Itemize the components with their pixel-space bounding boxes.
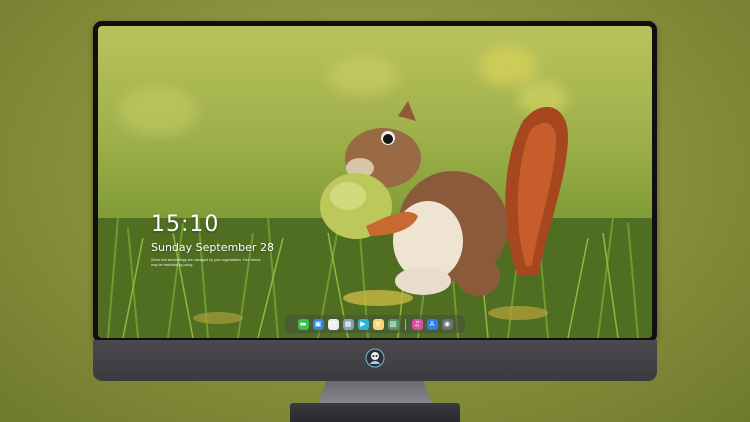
squirrel-wallpaper-image bbox=[320, 101, 568, 296]
dock-separator bbox=[404, 318, 406, 330]
camera-icon[interactable]: ◉ bbox=[441, 318, 453, 330]
video-icon[interactable]: ▶ bbox=[357, 318, 369, 330]
finder-icon[interactable]: ▣ bbox=[312, 318, 324, 330]
clock-icon[interactable]: ◔ bbox=[327, 318, 339, 330]
monitor-stand-base bbox=[290, 403, 460, 422]
notes-icon[interactable]: ≡ bbox=[372, 318, 384, 330]
monitor-frame: 15:10 Sunday September 28 Some text and … bbox=[93, 21, 657, 343]
desktop-screen: 15:10 Sunday September 28 Some text and … bbox=[98, 26, 652, 338]
lock-screen-notice: Some text and settings are managed by yo… bbox=[151, 258, 261, 267]
preview-icon[interactable]: ▦ bbox=[342, 318, 354, 330]
lock-screen-time: 15:10 bbox=[151, 212, 220, 237]
brand-logo-icon bbox=[365, 348, 385, 368]
app-store-icon[interactable]: A bbox=[426, 318, 438, 330]
messages-icon[interactable]: ▬ bbox=[297, 318, 309, 330]
lock-screen-date: Sunday September 28 bbox=[151, 241, 274, 254]
music-icon[interactable]: ♫ bbox=[411, 318, 423, 330]
dock: ▬ ▣ ◔ ▦ ▶ ≡ ▧ ♫ A ◉ bbox=[285, 315, 465, 333]
photos-icon[interactable]: ▧ bbox=[387, 318, 399, 330]
